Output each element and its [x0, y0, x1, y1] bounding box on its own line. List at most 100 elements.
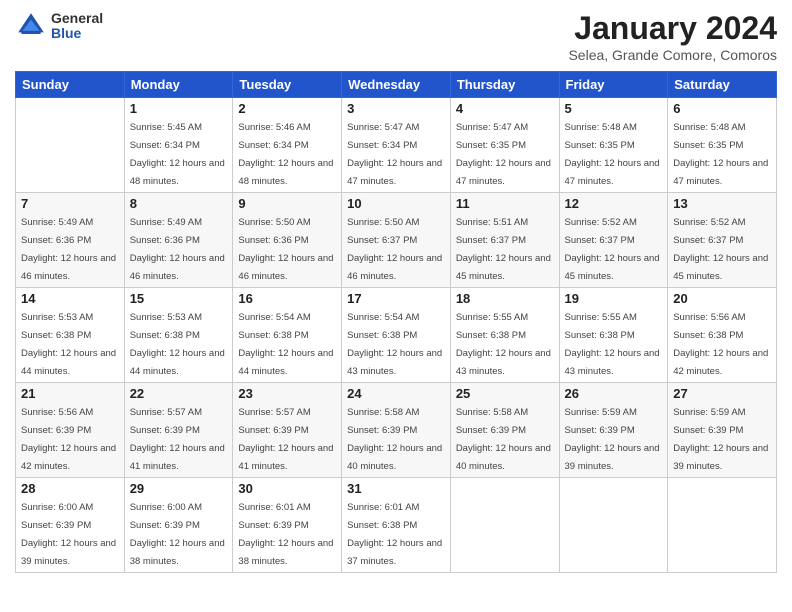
- calendar-header-friday: Friday: [559, 72, 668, 98]
- calendar-week-row: 1 Sunrise: 5:45 AMSunset: 6:34 PMDaylight…: [16, 98, 777, 193]
- day-number: 17: [347, 291, 445, 306]
- calendar-cell: 2 Sunrise: 5:46 AMSunset: 6:34 PMDaylight…: [233, 98, 342, 193]
- calendar-cell: 3 Sunrise: 5:47 AMSunset: 6:34 PMDaylight…: [342, 98, 451, 193]
- calendar-cell: [16, 98, 125, 193]
- day-detail: Sunrise: 5:53 AMSunset: 6:38 PMDaylight:…: [130, 312, 225, 377]
- calendar-header-wednesday: Wednesday: [342, 72, 451, 98]
- day-detail: Sunrise: 6:01 AMSunset: 6:39 PMDaylight:…: [238, 502, 333, 567]
- logo-text: General Blue: [51, 11, 103, 42]
- month-title: January 2024: [568, 10, 777, 47]
- day-detail: Sunrise: 5:45 AMSunset: 6:34 PMDaylight:…: [130, 122, 225, 187]
- day-detail: Sunrise: 5:57 AMSunset: 6:39 PMDaylight:…: [238, 407, 333, 472]
- day-detail: Sunrise: 5:51 AMSunset: 6:37 PMDaylight:…: [456, 217, 551, 282]
- calendar-cell: 14 Sunrise: 5:53 AMSunset: 6:38 PMDayligh…: [16, 288, 125, 383]
- calendar-cell: 7Sunrise: 5:49 AMSunset: 6:36 PMDaylight…: [16, 193, 125, 288]
- day-detail: Sunrise: 5:52 AMSunset: 6:37 PMDaylight:…: [565, 217, 660, 282]
- calendar-week-row: 28 Sunrise: 6:00 AMSunset: 6:39 PMDayligh…: [16, 478, 777, 573]
- day-number: 10: [347, 196, 445, 211]
- calendar-cell: 22 Sunrise: 5:57 AMSunset: 6:39 PMDayligh…: [124, 383, 233, 478]
- day-number: 4: [456, 101, 554, 116]
- calendar-cell: 21Sunrise: 5:56 AMSunset: 6:39 PMDayligh…: [16, 383, 125, 478]
- calendar-cell: [668, 478, 777, 573]
- day-number: 5: [565, 101, 663, 116]
- day-number: 15: [130, 291, 228, 306]
- day-detail: Sunrise: 5:47 AMSunset: 6:34 PMDaylight:…: [347, 122, 442, 187]
- calendar-cell: 30 Sunrise: 6:01 AMSunset: 6:39 PMDayligh…: [233, 478, 342, 573]
- day-detail: Sunrise: 5:50 AMSunset: 6:36 PMDaylight:…: [238, 217, 333, 282]
- day-number: 20: [673, 291, 771, 306]
- calendar-cell: 11Sunrise: 5:51 AMSunset: 6:37 PMDayligh…: [450, 193, 559, 288]
- day-detail: Sunrise: 5:54 AMSunset: 6:38 PMDaylight:…: [238, 312, 333, 377]
- calendar-cell: [559, 478, 668, 573]
- logo-blue-text: Blue: [51, 26, 103, 41]
- day-detail: Sunrise: 5:58 AMSunset: 6:39 PMDaylight:…: [347, 407, 442, 472]
- day-detail: Sunrise: 5:59 AMSunset: 6:39 PMDaylight:…: [673, 407, 768, 472]
- day-detail: Sunrise: 5:48 AMSunset: 6:35 PMDaylight:…: [565, 122, 660, 187]
- calendar-header-sunday: Sunday: [16, 72, 125, 98]
- calendar-cell: [450, 478, 559, 573]
- day-number: 12: [565, 196, 663, 211]
- calendar-cell: 15 Sunrise: 5:53 AMSunset: 6:38 PMDayligh…: [124, 288, 233, 383]
- day-number: 16: [238, 291, 336, 306]
- calendar-cell: 25 Sunrise: 5:58 AMSunset: 6:39 PMDayligh…: [450, 383, 559, 478]
- calendar-cell: 18 Sunrise: 5:55 AMSunset: 6:38 PMDayligh…: [450, 288, 559, 383]
- calendar-cell: 8Sunrise: 5:49 AMSunset: 6:36 PMDaylight…: [124, 193, 233, 288]
- day-detail: Sunrise: 6:00 AMSunset: 6:39 PMDaylight:…: [21, 502, 116, 567]
- day-number: 9: [238, 196, 336, 211]
- calendar-header-row: SundayMondayTuesdayWednesdayThursdayFrid…: [16, 72, 777, 98]
- day-detail: Sunrise: 5:46 AMSunset: 6:34 PMDaylight:…: [238, 122, 333, 187]
- day-number: 7: [21, 196, 119, 211]
- day-detail: Sunrise: 5:49 AMSunset: 6:36 PMDaylight:…: [130, 217, 225, 282]
- day-number: 3: [347, 101, 445, 116]
- day-number: 14: [21, 291, 119, 306]
- calendar-cell: 20Sunrise: 5:56 AMSunset: 6:38 PMDayligh…: [668, 288, 777, 383]
- logo: General Blue: [15, 10, 103, 42]
- calendar-cell: 1 Sunrise: 5:45 AMSunset: 6:34 PMDaylight…: [124, 98, 233, 193]
- calendar-cell: 27 Sunrise: 5:59 AMSunset: 6:39 PMDayligh…: [668, 383, 777, 478]
- day-detail: Sunrise: 5:59 AMSunset: 6:39 PMDaylight:…: [565, 407, 660, 472]
- calendar-cell: 10Sunrise: 5:50 AMSunset: 6:37 PMDayligh…: [342, 193, 451, 288]
- calendar-table: SundayMondayTuesdayWednesdayThursdayFrid…: [15, 71, 777, 573]
- day-number: 18: [456, 291, 554, 306]
- calendar-cell: 26Sunrise: 5:59 AMSunset: 6:39 PMDayligh…: [559, 383, 668, 478]
- logo-general-text: General: [51, 11, 103, 26]
- day-number: 25: [456, 386, 554, 401]
- day-detail: Sunrise: 5:58 AMSunset: 6:39 PMDaylight:…: [456, 407, 551, 472]
- day-detail: Sunrise: 6:01 AMSunset: 6:38 PMDaylight:…: [347, 502, 442, 567]
- calendar-header-saturday: Saturday: [668, 72, 777, 98]
- calendar-cell: 13 Sunrise: 5:52 AMSunset: 6:37 PMDayligh…: [668, 193, 777, 288]
- calendar-cell: 28 Sunrise: 6:00 AMSunset: 6:39 PMDayligh…: [16, 478, 125, 573]
- calendar-week-row: 14 Sunrise: 5:53 AMSunset: 6:38 PMDayligh…: [16, 288, 777, 383]
- day-detail: Sunrise: 5:57 AMSunset: 6:39 PMDaylight:…: [130, 407, 225, 472]
- day-number: 19: [565, 291, 663, 306]
- day-number: 27: [673, 386, 771, 401]
- day-detail: Sunrise: 5:52 AMSunset: 6:37 PMDaylight:…: [673, 217, 768, 282]
- day-number: 22: [130, 386, 228, 401]
- calendar-cell: 23 Sunrise: 5:57 AMSunset: 6:39 PMDayligh…: [233, 383, 342, 478]
- day-number: 1: [130, 101, 228, 116]
- day-detail: Sunrise: 5:53 AMSunset: 6:38 PMDaylight:…: [21, 312, 116, 377]
- day-number: 28: [21, 481, 119, 496]
- logo-icon: [15, 10, 47, 42]
- day-number: 31: [347, 481, 445, 496]
- calendar-header-tuesday: Tuesday: [233, 72, 342, 98]
- calendar-cell: 4Sunrise: 5:47 AMSunset: 6:35 PMDaylight…: [450, 98, 559, 193]
- day-number: 21: [21, 386, 119, 401]
- day-number: 13: [673, 196, 771, 211]
- day-number: 6: [673, 101, 771, 116]
- page: General Blue January 2024 Selea, Grande …: [0, 0, 792, 612]
- day-number: 30: [238, 481, 336, 496]
- calendar-week-row: 7 Sunrise: 5:49 AMSunset: 6:36 PMDaylight…: [16, 193, 777, 288]
- day-number: 24: [347, 386, 445, 401]
- header: General Blue January 2024 Selea, Grande …: [15, 10, 777, 63]
- calendar-cell: 16 Sunrise: 5:54 AMSunset: 6:38 PMDayligh…: [233, 288, 342, 383]
- day-detail: Sunrise: 5:55 AMSunset: 6:38 PMDaylight:…: [456, 312, 551, 377]
- day-number: 23: [238, 386, 336, 401]
- day-number: 2: [238, 101, 336, 116]
- day-detail: Sunrise: 5:54 AMSunset: 6:38 PMDaylight:…: [347, 312, 442, 377]
- calendar-header-monday: Monday: [124, 72, 233, 98]
- calendar-cell: 24 Sunrise: 5:58 AMSunset: 6:39 PMDayligh…: [342, 383, 451, 478]
- day-detail: Sunrise: 6:00 AMSunset: 6:39 PMDaylight:…: [130, 502, 225, 567]
- day-detail: Sunrise: 5:48 AMSunset: 6:35 PMDaylight:…: [673, 122, 768, 187]
- day-detail: Sunrise: 5:55 AMSunset: 6:38 PMDaylight:…: [565, 312, 660, 377]
